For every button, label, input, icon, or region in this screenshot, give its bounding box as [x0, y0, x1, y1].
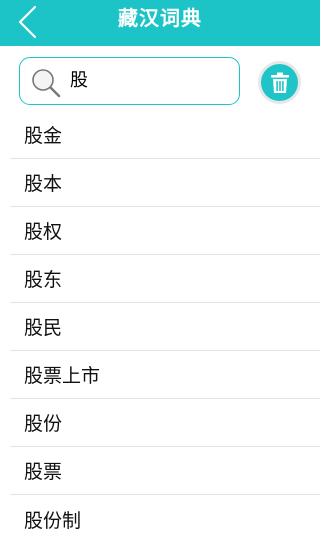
delete-button[interactable]: [258, 61, 301, 104]
list-item-label: 股本: [24, 173, 63, 195]
delete-button-face: [261, 64, 298, 101]
page-title: 藏汉词典: [118, 6, 202, 30]
app-header: 藏汉词典: [0, 0, 320, 46]
list-item-label: 股东: [24, 269, 63, 291]
list-item[interactable]: 股份: [10, 399, 320, 447]
list-item-label: 股票上市: [24, 365, 101, 387]
search-box[interactable]: [19, 57, 240, 105]
list-item[interactable]: 股东: [10, 255, 320, 303]
list-item[interactable]: 股民: [10, 303, 320, 351]
result-list: 股金 股本 股权 股东 股民 股票上市 股份 股票 股份制: [10, 111, 320, 533]
list-item[interactable]: 股份制: [10, 495, 320, 533]
list-item-label: 股金: [24, 125, 63, 147]
list-item-label: 股份: [24, 413, 63, 435]
list-item[interactable]: 股权: [10, 207, 320, 255]
list-item[interactable]: 股票: [10, 447, 320, 495]
search-input[interactable]: [70, 58, 235, 104]
list-item-label: 股票: [24, 461, 63, 483]
list-item-label: 股份制: [24, 509, 82, 532]
list-item[interactable]: 股本: [10, 159, 320, 207]
list-item-label: 股权: [24, 221, 63, 243]
list-item[interactable]: 股金: [10, 111, 320, 159]
list-item[interactable]: 股票上市: [10, 351, 320, 399]
search-icon: [32, 69, 61, 98]
list-item-label: 股民: [24, 317, 63, 339]
trash-icon: [270, 72, 289, 93]
